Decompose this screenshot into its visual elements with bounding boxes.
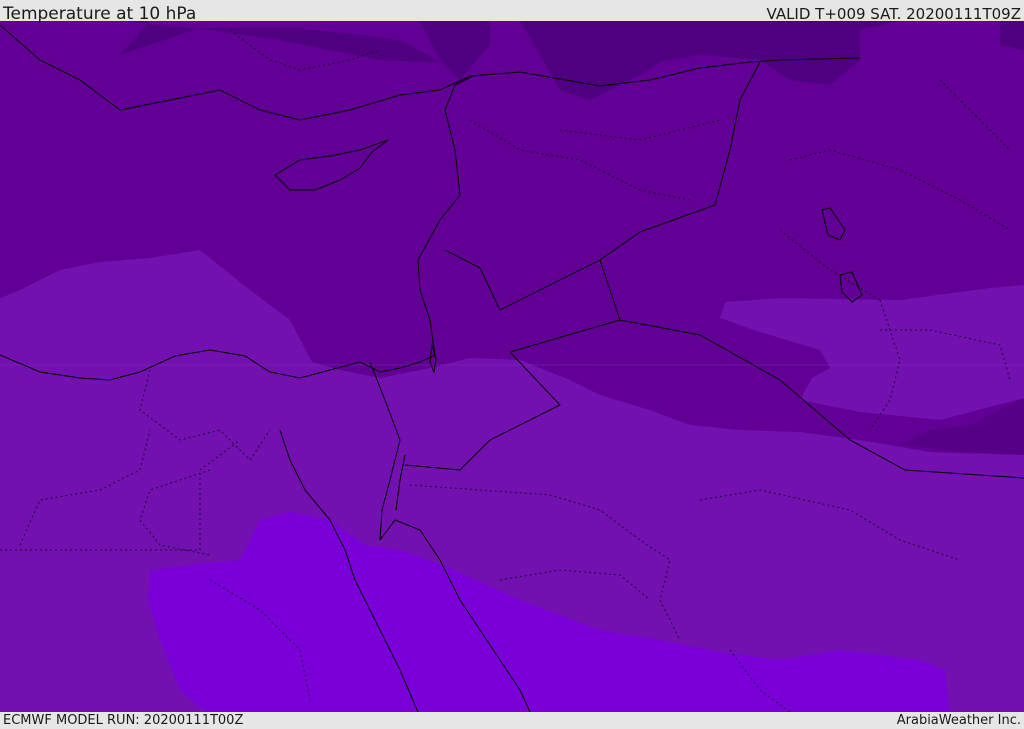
footer-bar: ECMWF MODEL RUN: 20200111T00Z ArabiaWeat… [0,712,1024,729]
map-canvas [0,21,1024,712]
model-run-label: ECMWF MODEL RUN: 20200111T00Z [3,713,244,728]
valid-time-label: VALID T+009 SAT. 20200111T09Z [766,5,1021,23]
temperature-map[interactable] [0,21,1024,712]
header-bar: Temperature at 10 hPa VALID T+009 SAT. 2… [0,0,1024,24]
credit-label: ArabiaWeather Inc. [896,713,1021,728]
map-title: Temperature at 10 hPa [3,4,197,24]
